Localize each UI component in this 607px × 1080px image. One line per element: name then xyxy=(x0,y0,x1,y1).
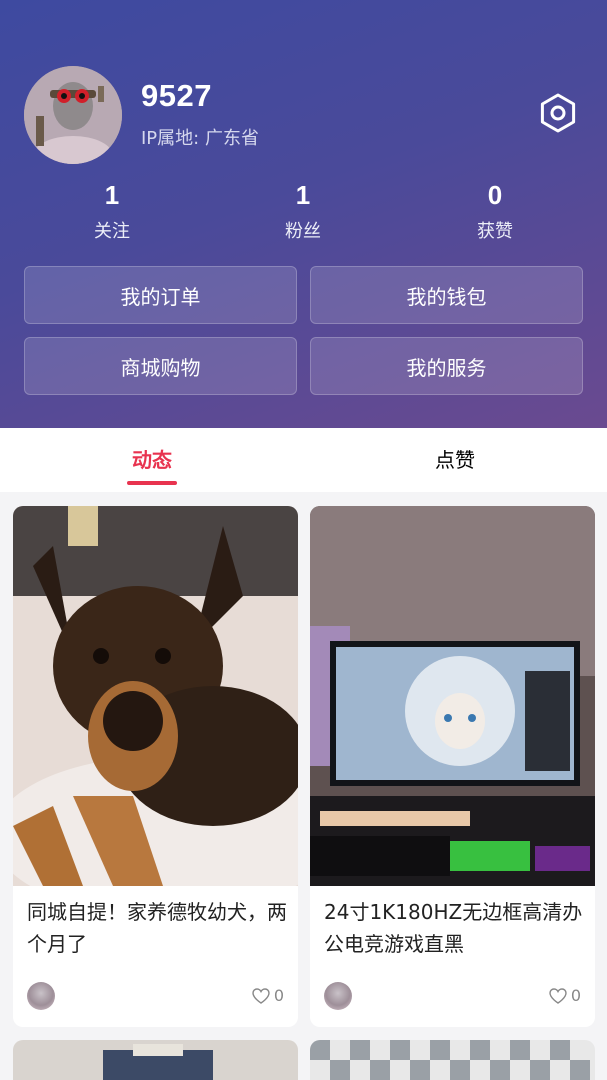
post-card[interactable]: 同城自提！家养德牧幼犬，两个月了 0 xyxy=(13,506,298,1027)
username: 9527 xyxy=(141,78,212,113)
gear-icon[interactable] xyxy=(536,91,580,135)
like-count-value: 0 xyxy=(570,986,581,1005)
german-shepherd-puppy-photo xyxy=(13,506,298,886)
author-avatar[interactable] xyxy=(324,982,352,1010)
profile-header: 9527 IP属地: 广东省 1 关注 1 粉丝 0 获赞 我的订单 我的钱包 … xyxy=(0,0,607,428)
mall-shopping-button[interactable]: 商城购物 xyxy=(24,337,297,395)
author-avatar[interactable] xyxy=(27,982,55,1010)
heart-icon xyxy=(549,987,567,1004)
avatar-image xyxy=(24,66,122,164)
stat-value: 0 xyxy=(487,180,503,210)
stat-label: 粉丝 xyxy=(285,221,321,242)
stat-label: 获赞 xyxy=(477,221,513,242)
post-image-partial xyxy=(310,1040,595,1080)
avatar[interactable] xyxy=(24,66,122,164)
stat-value: 1 xyxy=(295,180,311,210)
stat-value: 1 xyxy=(104,180,120,210)
my-wallet-button[interactable]: 我的钱包 xyxy=(310,266,583,324)
post-title: 24寸1K180HZ无边框高清办公电竞游戏直黑 xyxy=(324,900,583,956)
stat-followers[interactable]: 1 粉丝 xyxy=(243,180,363,243)
heart-icon xyxy=(252,987,270,1004)
like-count[interactable]: 0 xyxy=(252,986,284,1005)
post-image-partial xyxy=(13,1040,298,1080)
content-tabs: 动态 点赞 xyxy=(0,428,607,492)
ip-location: IP属地: 广东省 xyxy=(141,128,259,149)
active-tab-indicator xyxy=(127,481,177,485)
my-services-button[interactable]: 我的服务 xyxy=(310,337,583,395)
stat-label: 关注 xyxy=(94,221,130,242)
tab-liked[interactable]: 点赞 xyxy=(355,428,555,492)
like-count-value: 0 xyxy=(273,986,284,1005)
stat-following[interactable]: 1 关注 xyxy=(52,180,172,243)
post-card-partial[interactable] xyxy=(13,1040,298,1080)
like-count[interactable]: 0 xyxy=(549,986,581,1005)
stat-likes-received[interactable]: 0 获赞 xyxy=(435,180,555,243)
post-card[interactable]: 24寸1K180HZ无边框高清办公电竞游戏直黑 0 xyxy=(310,506,595,1027)
gaming-monitor-desk-photo xyxy=(310,506,595,886)
post-title: 同城自提！家养德牧幼犬，两个月了 xyxy=(27,900,287,956)
my-orders-button[interactable]: 我的订单 xyxy=(24,266,297,324)
post-card-partial[interactable] xyxy=(310,1040,595,1080)
